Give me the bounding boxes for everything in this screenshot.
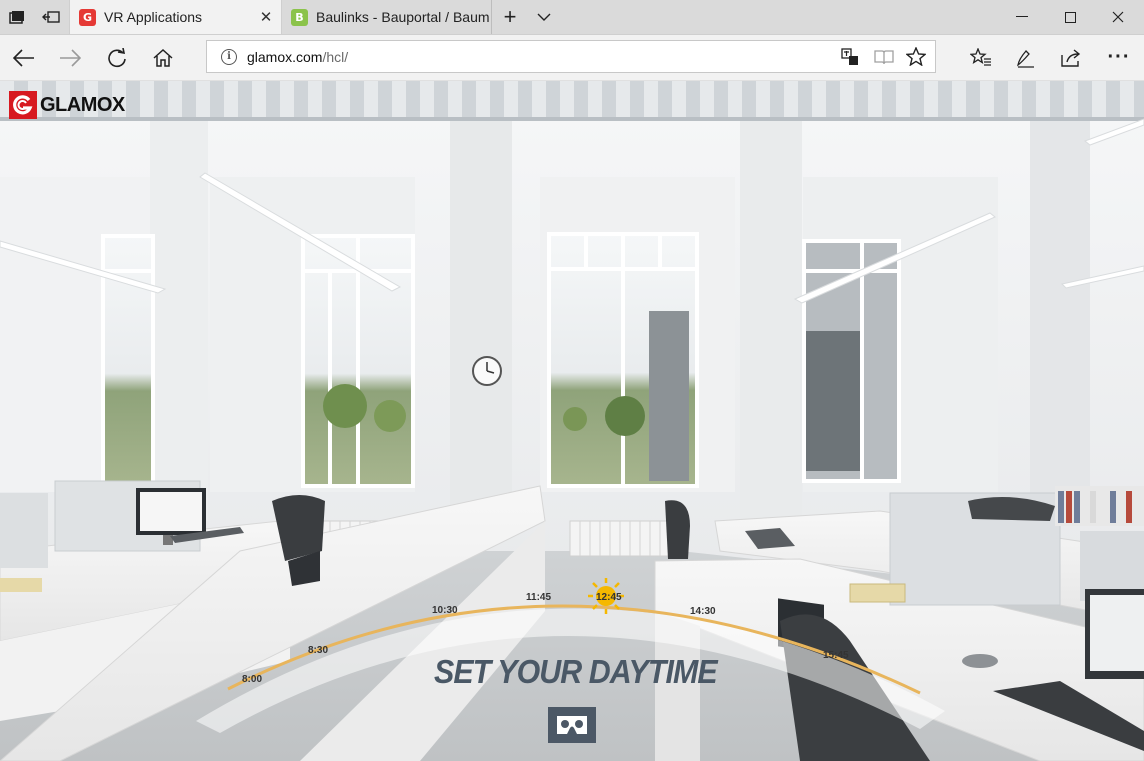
reading-view-icon[interactable] (867, 41, 901, 72)
more-options-icon[interactable]: ··· (1097, 35, 1141, 80)
close-window-button[interactable] (1094, 0, 1142, 34)
set-daytime-heading: SET YOUR DAYTIME (434, 653, 718, 690)
tab-vr-applications[interactable]: G VR Applications ✕ (69, 0, 282, 34)
baulinks-favicon-icon: B (291, 8, 308, 26)
new-tab-button[interactable]: + (493, 0, 527, 34)
browser-toolbar: i glamox.com/hcl/ ··· (0, 35, 1144, 81)
minimize-button[interactable] (998, 0, 1046, 34)
glamox-favicon-icon: G (79, 8, 96, 26)
address-bar[interactable]: i glamox.com/hcl/ (206, 40, 936, 73)
browser-tab-bar: G VR Applications ✕ B Baulinks - Bauport… (0, 0, 1144, 35)
favorites-hub-icon[interactable] (959, 35, 1003, 80)
time-option-8-00[interactable]: 8:00 (242, 674, 262, 685)
close-icon[interactable]: ✕ (251, 8, 281, 26)
maximize-button[interactable] (1046, 0, 1094, 34)
tab-preview-chevron-down-icon[interactable] (527, 0, 561, 34)
time-option-8-30[interactable]: 8:30 (308, 645, 328, 656)
glamox-logo-mark-icon (9, 91, 37, 119)
translate-icon[interactable] (833, 41, 867, 72)
time-option-11-45[interactable]: 11:45 (526, 592, 551, 603)
cardboard-vr-icon (557, 716, 587, 734)
plus-icon: + (503, 4, 517, 29)
back-button[interactable] (2, 35, 46, 80)
url-domain: glamox.com (247, 48, 323, 65)
time-option-15-45[interactable]: 15:45 (823, 650, 849, 661)
time-option-14-30[interactable]: 14:30 (690, 606, 716, 617)
time-option-10-30[interactable]: 10:30 (432, 605, 458, 616)
vr-mode-button[interactable] (548, 707, 596, 743)
share-icon[interactable] (1050, 35, 1094, 80)
set-tabs-aside-icon[interactable] (34, 0, 68, 34)
tab-manager-icon[interactable] (0, 0, 34, 34)
vr-panorama-viewer[interactable]: GLAMOX 8:00 8:30 10:30 11:45 12:45 14:30… (0, 81, 1144, 761)
web-note-pen-icon[interactable] (1004, 35, 1048, 80)
info-icon[interactable]: i (221, 48, 237, 65)
tab-baulinks[interactable]: B Baulinks - Bauportal / Baum (282, 0, 492, 34)
brand-name: GLAMOX (40, 93, 125, 116)
url-path: /hcl/ (322, 48, 349, 65)
home-button[interactable] (141, 35, 185, 80)
forward-button[interactable] (48, 35, 92, 80)
favorite-star-icon[interactable] (899, 41, 933, 72)
glamox-logo[interactable]: GLAMOX (9, 91, 125, 119)
tab-label: Baulinks - Bauportal / Baum (316, 9, 490, 25)
time-option-12-45-selected[interactable]: 12:45 (596, 592, 622, 603)
refresh-button[interactable] (95, 35, 139, 80)
tab-label: VR Applications (104, 9, 203, 25)
